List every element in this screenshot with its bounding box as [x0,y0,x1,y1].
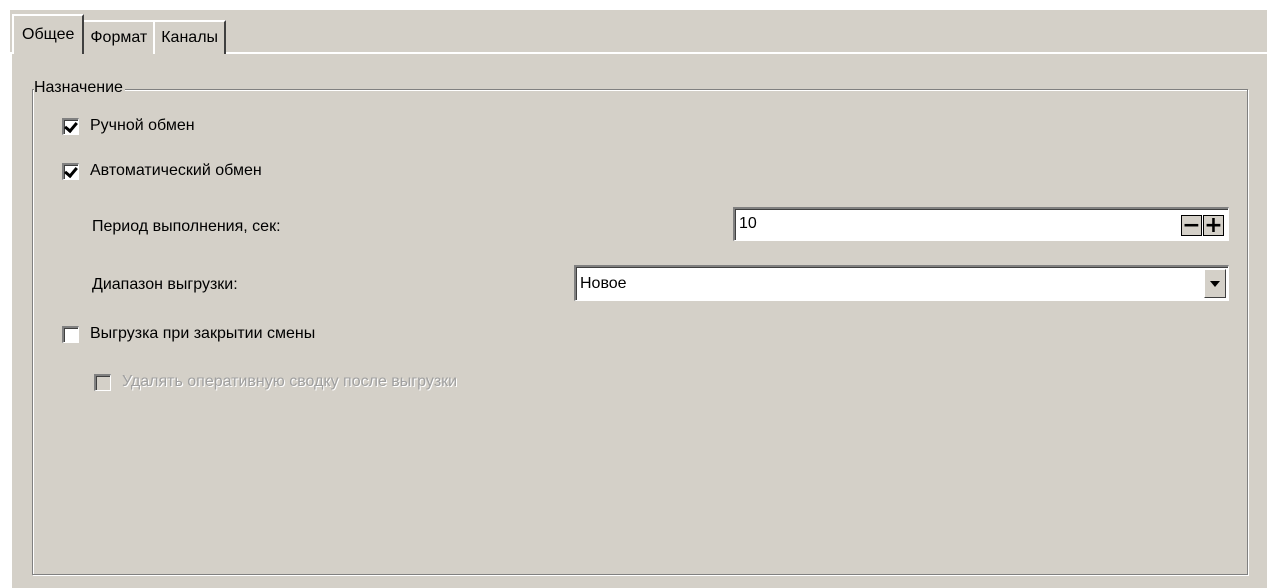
manual-exchange-checkbox-row[interactable]: Ручной обмен [62,116,195,136]
range-combobox[interactable]: Новое [574,265,1229,301]
delete-summary-checkbox-row: Удалять оперативную сводку после выгрузк… [94,372,457,392]
period-label: Период выполнения, сек: [92,218,281,235]
auto-exchange-checkbox[interactable] [62,162,79,180]
groupbox-title: Назначение [34,78,125,98]
period-input[interactable]: 10 [739,214,757,234]
delete-summary-checkbox [94,373,111,391]
tab-format[interactable]: Формат [82,20,156,54]
range-selected-value: Новое [580,275,627,292]
dropdown-button[interactable] [1204,269,1226,298]
auto-exchange-checkbox-row[interactable]: Автоматический обмен [62,161,262,181]
export-on-close-checkbox-row[interactable]: Выгрузка при закрытии смены [62,324,315,344]
chevron-down-icon [1210,280,1220,287]
manual-exchange-label: Ручной обмен [90,117,195,134]
range-label: Диапазон выгрузки: [92,276,238,293]
tab-general[interactable]: Общее [12,14,85,56]
delete-summary-label: Удалять оперативную сводку после выгрузк… [122,373,458,390]
manual-exchange-checkbox[interactable] [62,117,79,135]
increment-button[interactable]: + [1203,214,1224,236]
decrement-button[interactable]: − [1181,214,1202,236]
tab-channels[interactable]: Каналы [153,20,227,54]
export-on-close-checkbox[interactable] [62,325,79,343]
period-spin-field[interactable]: 10 − + [733,207,1229,241]
export-on-close-label: Выгрузка при закрытии смены [90,325,316,342]
tab-strip: Общее Формат Каналы [12,14,227,56]
auto-exchange-label: Автоматический обмен [90,162,262,179]
